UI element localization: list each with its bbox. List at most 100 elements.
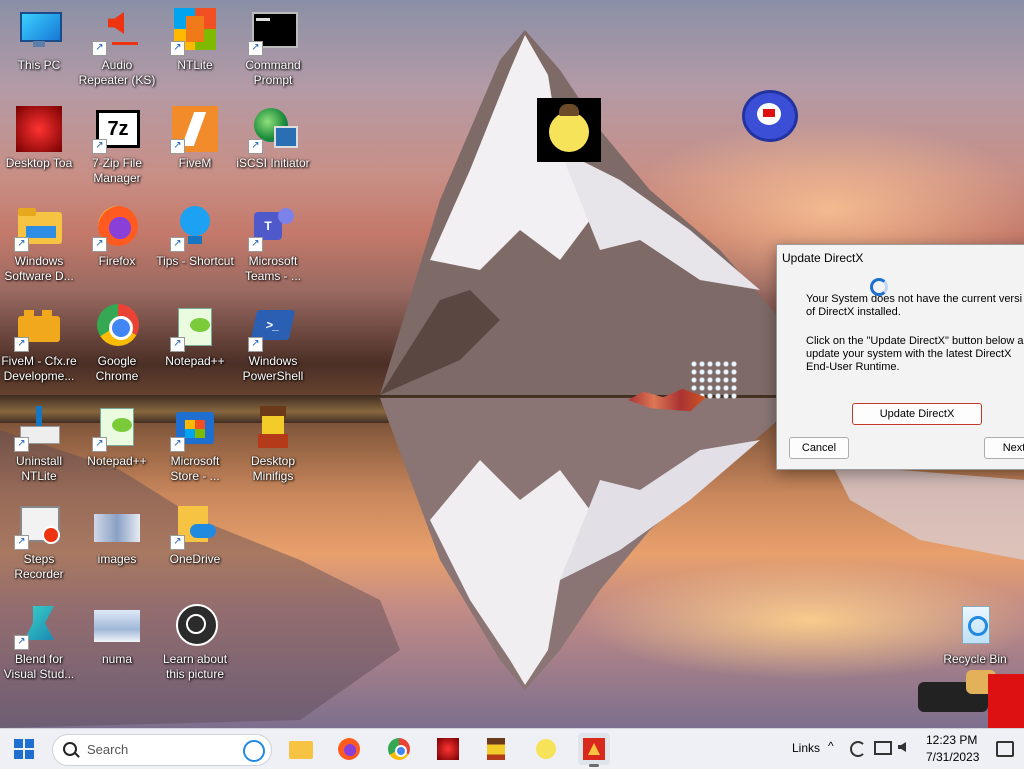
globe-icon: ↗ bbox=[248, 106, 298, 154]
iscsi-initiator-shortcut[interactable]: ↗ iSCSI Initiator bbox=[234, 106, 312, 171]
icon-label: OneDrive bbox=[169, 552, 221, 566]
network-icon[interactable] bbox=[874, 741, 892, 755]
chrome-icon bbox=[94, 304, 140, 350]
cancel-button[interactable]: Cancel bbox=[789, 437, 849, 459]
icon-label: Steps Recorder bbox=[14, 552, 64, 581]
numa-file[interactable]: numa bbox=[78, 602, 156, 667]
bing-icon bbox=[243, 740, 265, 762]
camera-icon bbox=[172, 602, 218, 648]
firefox-shortcut[interactable]: ↗ Firefox bbox=[78, 204, 156, 269]
fivem-shortcut[interactable]: ↗ FiveM bbox=[156, 106, 234, 171]
clock-time[interactable]: 12:23 PM bbox=[926, 733, 977, 747]
taskbar: Search Links ^ 12:23 PM 7/31/2023 bbox=[0, 728, 1024, 769]
blend-shortcut[interactable]: ↗ Blend for Visual Stud... bbox=[0, 602, 78, 682]
speaker-icon: ↗ bbox=[92, 8, 140, 56]
command-prompt-shortcut[interactable]: ↗ Command Prompt bbox=[234, 8, 312, 88]
taskbar-file-explorer[interactable] bbox=[285, 733, 317, 765]
windows-logo-icon bbox=[14, 739, 34, 759]
notepad-icon: ↗ bbox=[92, 404, 140, 452]
blend-icon: ↗ bbox=[14, 602, 62, 650]
7zip-shortcut[interactable]: 7z ↗ 7-Zip File Manager bbox=[78, 106, 156, 186]
pompompurin-sprite bbox=[537, 98, 601, 162]
icon-label: numa bbox=[101, 652, 133, 666]
dialog-title: Update DirectX bbox=[782, 251, 864, 265]
icon-label: images bbox=[97, 552, 137, 566]
taskbar-pompompurin[interactable] bbox=[530, 733, 562, 765]
images-folder[interactable]: images bbox=[78, 502, 156, 567]
uninstall-icon: ↗ bbox=[14, 404, 62, 452]
icon-label: Uninstall NTLite bbox=[15, 454, 63, 483]
folder-icon bbox=[289, 741, 313, 759]
steps-recorder-shortcut[interactable]: ↗ Steps Recorder bbox=[0, 502, 78, 582]
ntlite-icon: ↗ bbox=[170, 8, 218, 56]
uninstall-ntlite-shortcut[interactable]: ↗ Uninstall NTLite bbox=[0, 404, 78, 484]
volume-icon[interactable] bbox=[898, 742, 906, 752]
icon-label: Desktop Toa bbox=[5, 156, 73, 170]
icon-label: Microsoft Teams - ... bbox=[244, 254, 301, 283]
dialog-message-2: Click on the "Update DirectX" button bel… bbox=[806, 335, 1024, 373]
teams-shortcut[interactable]: T ↗ Microsoft Teams - ... bbox=[234, 204, 312, 284]
pompompurin-icon bbox=[536, 739, 556, 759]
icon-label: Firefox bbox=[98, 254, 136, 268]
audio-repeater-shortcut[interactable]: ↗ Audio Repeater (KS) bbox=[78, 8, 156, 88]
update-directx-dialog: Update DirectX Your System does not have… bbox=[776, 244, 1024, 470]
start-button[interactable] bbox=[8, 733, 40, 765]
recycle-bin-icon bbox=[952, 602, 998, 648]
store-icon: ↗ bbox=[170, 404, 218, 452]
icon-label: Google Chrome bbox=[95, 354, 139, 383]
notepadpp-shortcut[interactable]: ↗ Notepad++ bbox=[156, 304, 234, 369]
taskbar-directx-setup[interactable] bbox=[578, 733, 610, 767]
chevron-up-icon[interactable]: ^ bbox=[828, 739, 834, 753]
notifications-icon[interactable] bbox=[996, 741, 1014, 757]
taskbar-desktop-toa[interactable] bbox=[432, 733, 464, 765]
icon-label: Learn about this picture bbox=[162, 652, 228, 681]
microsoft-store-shortcut[interactable]: ↗ Microsoft Store - ... bbox=[156, 404, 234, 484]
lightbulb-icon: ↗ bbox=[170, 204, 218, 252]
windows-software-shortcut[interactable]: ↗ Windows Software D... bbox=[0, 204, 78, 284]
recycle-bin[interactable]: Recycle Bin bbox=[936, 602, 1014, 667]
links-toolbar[interactable]: Links bbox=[792, 741, 820, 755]
desktop-toa-icon[interactable]: Desktop Toa bbox=[0, 106, 78, 171]
ntlite-shortcut[interactable]: ↗ NTLite bbox=[156, 8, 234, 73]
icon-label: Windows Software D... bbox=[4, 254, 74, 283]
icon-label: Blend for Visual Stud... bbox=[3, 652, 75, 681]
photo-thumbnail-icon bbox=[94, 602, 140, 648]
icon-label: Notepad++ bbox=[165, 354, 225, 368]
toy-sprite bbox=[742, 90, 798, 142]
taskbar-minifigs[interactable] bbox=[480, 733, 512, 765]
taskbar-chrome[interactable] bbox=[383, 733, 415, 765]
icon-label: Audio Repeater (KS) bbox=[78, 58, 156, 87]
taskbar-firefox[interactable] bbox=[333, 733, 365, 765]
clock-date[interactable]: 7/31/2023 bbox=[926, 750, 979, 764]
powershell-shortcut[interactable]: >_ ↗ Windows PowerShell bbox=[234, 304, 312, 384]
onedrive-shortcut[interactable]: ↗ OneDrive bbox=[156, 502, 234, 567]
firefox-icon: ↗ bbox=[92, 204, 140, 252]
desktop[interactable]: This PC ↗ Audio Repeater (KS) ↗ NTLite ↗… bbox=[0, 0, 1024, 728]
next-button[interactable]: Next bbox=[984, 437, 1024, 459]
icon-label: FiveM bbox=[178, 156, 212, 170]
icon-label: Tips - Shortcut bbox=[156, 254, 234, 268]
notepadpp-shortcut-2[interactable]: ↗ Notepad++ bbox=[78, 404, 156, 469]
folder-icon: ↗ bbox=[14, 204, 62, 252]
search-placeholder: Search bbox=[87, 742, 129, 757]
icon-label: NTLite bbox=[177, 58, 213, 72]
terminal-icon: ↗ bbox=[248, 8, 298, 56]
mask-icon bbox=[437, 738, 459, 760]
icon-label: Microsoft Store - ... bbox=[170, 454, 220, 483]
busy-cursor-icon bbox=[870, 278, 888, 296]
chrome-shortcut[interactable]: Google Chrome bbox=[78, 304, 156, 384]
dialog-message-1: Your System does not have the current ve… bbox=[806, 293, 1023, 318]
this-pc-icon[interactable]: This PC bbox=[0, 8, 78, 73]
onedrive-icon: ↗ bbox=[170, 502, 218, 550]
tips-shortcut[interactable]: ↗ Tips - Shortcut bbox=[156, 204, 234, 269]
desktop-minifigs-shortcut[interactable]: Desktop Minifigs bbox=[234, 404, 312, 484]
sync-icon[interactable] bbox=[850, 741, 866, 757]
notepad-icon: ↗ bbox=[170, 304, 218, 352]
7zip-icon: 7z ↗ bbox=[92, 106, 140, 154]
learn-about-picture[interactable]: Learn about this picture bbox=[156, 602, 234, 682]
update-directx-button[interactable]: Update DirectX bbox=[852, 403, 982, 425]
fivem-cfx-shortcut[interactable]: ↗ FiveM - Cfx.re Developme... bbox=[0, 304, 78, 384]
monitor-icon bbox=[16, 8, 62, 54]
search-box[interactable]: Search bbox=[52, 734, 272, 766]
icon-label: Command Prompt bbox=[245, 58, 301, 87]
